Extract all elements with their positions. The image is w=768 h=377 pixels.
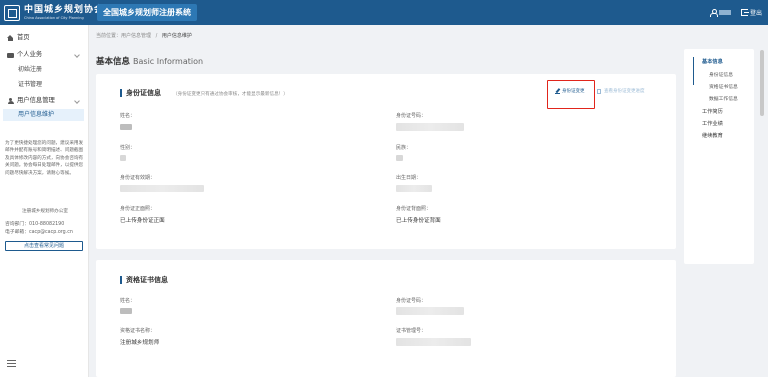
anchor-work-performance[interactable]: 工作业绩 <box>702 120 723 127</box>
logo-mark-icon <box>4 4 20 21</box>
logo-text-cn: 中国城乡规划协会 <box>24 4 105 15</box>
highlight-box <box>547 80 595 109</box>
sidebar-item-user-info-maintenance[interactable]: 用户信息维护 <box>3 109 84 121</box>
id-change-progress-button[interactable]: 查看身份证变更进度 <box>597 88 645 94</box>
office-name: 注册城乡规划师办公室 <box>22 209 68 214</box>
anchor-work-experience[interactable]: 工作简历 <box>702 108 723 115</box>
home-icon <box>7 34 14 42</box>
cert-name-label: 资格证书名称： <box>120 328 156 334</box>
identity-section-title: 身份证信息 <box>120 88 161 98</box>
sidebar: 首页 个人业务 初始注册 证书管理 用户信息管理 用户信息维护 为了更快捷处理您… <box>0 25 89 377</box>
ethnicity-value-redacted <box>396 155 403 161</box>
sidebar-item-personal-business[interactable]: 个人业务 <box>0 49 89 61</box>
logout-link[interactable]: 登出 <box>750 8 762 17</box>
document-icon <box>597 88 601 94</box>
consult-phone: 咨询部门：010-88082190 <box>5 222 65 227</box>
chevron-down-icon <box>74 98 80 104</box>
name-label: 姓名： <box>120 113 136 119</box>
id-change-button[interactable]: 身份证变更 <box>555 88 585 94</box>
cert-number-value-redacted <box>396 338 471 346</box>
sidebar-item-initial-registration[interactable]: 初始注册 <box>0 64 89 76</box>
anchor-current-work[interactable]: 数据工作信息 <box>709 95 738 102</box>
id-back-label: 身份证背面照： <box>396 206 432 212</box>
id-front-value: 已上传身份证正面 <box>120 218 165 224</box>
header-user-area: 登出 <box>710 0 762 25</box>
collapse-menu-icon[interactable] <box>7 360 16 367</box>
sidebar-item-home[interactable]: 首页 <box>0 32 89 44</box>
id-number-value-redacted <box>396 123 464 131</box>
anchor-identity-info[interactable]: 身份证信息 <box>709 71 733 78</box>
name-value-redacted <box>120 124 132 130</box>
briefcase-icon <box>7 52 14 58</box>
contact-notice: 为了更快捷处理您的问题，建议采用发邮件并配有账号和简明描述、问题截图及具体修改内… <box>5 141 84 176</box>
user-name-redacted[interactable] <box>718 10 731 15</box>
anchor-basic-info[interactable]: 基本信息 <box>702 58 723 65</box>
birth-date-value-redacted <box>396 185 432 192</box>
gender-value-redacted <box>120 155 126 161</box>
system-title: 全国城乡规划师注册系统 <box>97 4 197 21</box>
anchor-continuing-education[interactable]: 继续教育 <box>702 132 723 139</box>
edit-icon <box>555 89 560 94</box>
cert-number-label: 证书管理号： <box>396 328 427 334</box>
qualification-card: 资格证书信息 姓名： 身份证号码： 资格证书名称： 注册城乡规划师 证书管理号： <box>96 260 676 377</box>
qual-id-number-label: 身份证号码： <box>396 298 427 304</box>
anchor-qualification-info[interactable]: 资格证书信息 <box>709 83 738 90</box>
user-icon[interactable] <box>710 9 719 17</box>
breadcrumb-current: 用户信息维护 <box>161 33 192 39</box>
page-title: 基本信息 Basic Information <box>96 57 204 67</box>
contact-email[interactable]: 电子邮箱：cacp@cacp.org.cn <box>5 229 85 236</box>
gender-label: 性别： <box>120 145 136 151</box>
anchor-nav: 基本信息 身份证信息 资格证书信息 数据工作信息 工作简历 工作业绩 继续教育 <box>684 49 754 264</box>
id-front-label: 身份证正面照： <box>120 206 156 212</box>
breadcrumb-parent[interactable]: 当前位置：用户信息管理 <box>96 33 151 39</box>
qualification-section-title: 资格证书信息 <box>120 275 168 285</box>
qual-name-label: 姓名： <box>120 298 136 304</box>
logo-text-en: China Association of City Planning <box>24 15 84 20</box>
sidebar-item-certificate-management[interactable]: 证书管理 <box>0 79 89 91</box>
top-header: 中国城乡规划协会 China Association of City Plann… <box>0 0 768 25</box>
qual-name-value-redacted <box>120 308 132 314</box>
breadcrumb: 当前位置：用户信息管理 / 用户信息维护 <box>96 33 192 39</box>
logout-icon[interactable] <box>740 9 749 16</box>
cert-name-value: 注册城乡规划师 <box>120 340 160 346</box>
valid-period-label: 身份证有效期： <box>120 175 156 181</box>
scrollbar[interactable] <box>760 50 764 116</box>
chevron-down-icon <box>74 52 80 58</box>
sidebar-item-user-info-management[interactable]: 用户信息管理 <box>0 95 89 107</box>
identity-note: （身份证变更只有通过协会审核，才能显示最新信息！） <box>173 92 288 97</box>
qual-id-number-value-redacted <box>396 307 464 315</box>
id-number-label: 身份证号码： <box>396 113 427 119</box>
valid-period-value-redacted <box>120 185 204 192</box>
user-icon <box>7 97 14 105</box>
faq-button[interactable]: 点击查看常见问题 <box>5 241 83 251</box>
id-back-value: 已上传身份证背面 <box>396 218 441 224</box>
ethnicity-label: 民族： <box>396 145 412 151</box>
birth-date-label: 出生日期： <box>396 175 422 181</box>
